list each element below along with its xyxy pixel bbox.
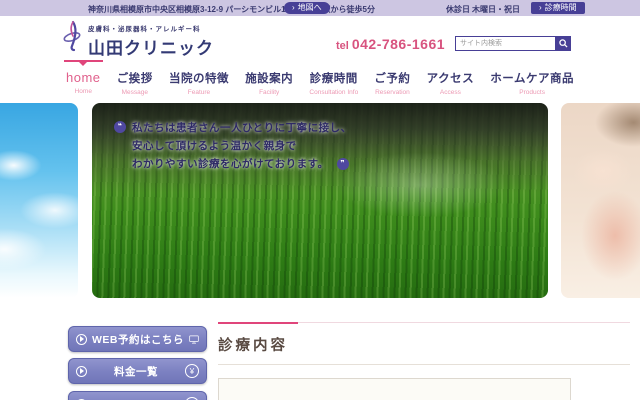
map-button-label: 地図へ: [298, 2, 322, 14]
clinic-name: 山田クリニック: [88, 34, 214, 59]
hero-carousel: ❝ 私たちは患者さん一人ひとりに丁寧に接し、 安心して頂けるよう温かく親身で わ…: [0, 103, 640, 298]
top-info-bar: 神奈川県相模原市中央区相模原3-12-9 パーシモンビル1F 相模原駅から徒歩5…: [0, 0, 640, 16]
nav-sublabel: Consultation Info: [309, 89, 358, 96]
logo-text: 皮膚科・泌尿器科・アレルギー科 山田クリニック: [88, 20, 214, 59]
nav-sublabel: Home: [66, 88, 101, 95]
hours-button[interactable]: › 診療時間: [531, 2, 585, 14]
nav-sublabel: Access: [427, 89, 474, 96]
quote-close-icon: ❞: [337, 158, 349, 170]
carousel-slide-sky[interactable]: [0, 103, 78, 298]
nav-label: アクセス: [427, 70, 474, 86]
nav-label: ホームケア商品: [490, 70, 574, 86]
service-card[interactable]: [218, 378, 307, 400]
nav-sublabel: Feature: [169, 89, 229, 96]
nav-sublabel: Facility: [245, 89, 293, 96]
quote-line-2: 安心して頂けるよう温かく親身で: [132, 137, 352, 155]
search-input[interactable]: [455, 36, 555, 51]
main-navigation: home Home ご挨拶 Message 当院の特徴 Feature 施設案内…: [64, 60, 576, 100]
closed-days-value: 木曜日・祝日: [472, 4, 520, 15]
yen-icon: ¥: [185, 364, 199, 378]
nav-label: ご予約: [374, 70, 410, 86]
web-reservation-label: WEB予約はこちら: [92, 332, 184, 347]
search-button[interactable]: [555, 36, 571, 51]
arrow-circle-icon: [76, 334, 87, 345]
nav-sublabel: Reservation: [374, 89, 410, 96]
nav-label: ご挨拶: [117, 70, 153, 86]
nav-item-consultation-info[interactable]: 診療時間 Consultation Info: [307, 60, 360, 96]
nav-item-facility[interactable]: 施設案内 Facility: [243, 60, 295, 96]
quote-line-1: 私たちは患者さん一人ひとりに丁寧に接し、: [132, 119, 352, 137]
departments-label: 皮膚科・泌尿器科・アレルギー科: [88, 23, 214, 33]
phone-number: tel042-786-1661: [336, 36, 445, 54]
page: 神奈川県相模原市中央区相模原3-12-9 パーシモンビル1F 相模原駅から徒歩5…: [0, 0, 640, 400]
sidebar-button-partial[interactable]: [68, 391, 207, 400]
search-icon: [559, 39, 568, 48]
nav-item-message[interactable]: ご挨拶 Message: [115, 60, 155, 96]
nav-item-products[interactable]: ホームケア商品 Products: [488, 60, 576, 96]
tel-label: tel: [336, 40, 349, 52]
price-list-button[interactable]: 料金一覧 ¥: [68, 358, 207, 384]
nav-sublabel: Message: [117, 89, 153, 96]
nav-item-access[interactable]: アクセス Access: [425, 60, 476, 96]
services-grid: [218, 378, 630, 400]
closed-days-label: 休診日: [446, 4, 470, 15]
service-card[interactable]: [306, 378, 395, 400]
nav-sublabel: Products: [490, 89, 574, 96]
nav-label: 診療時間: [309, 70, 358, 86]
web-reservation-button[interactable]: WEB予約はこちら: [68, 326, 207, 352]
section-divider: [218, 322, 630, 324]
site-search: [455, 36, 571, 51]
hero-quote: ❝ 私たちは患者さん一人ひとりに丁寧に接し、 安心して頂けるよう温かく親身で わ…: [114, 119, 352, 173]
quote-open-icon: ❝: [114, 121, 126, 133]
map-button[interactable]: › 地図へ: [284, 2, 330, 14]
chevron-right-icon: ›: [292, 3, 295, 13]
service-card[interactable]: [482, 378, 571, 400]
nav-label: 当院の特徴: [169, 70, 229, 86]
clinic-address: 神奈川県相模原市中央区相模原3-12-9 パーシモンビル1F 相模原駅から徒歩5…: [88, 4, 375, 15]
carousel-slide-grass[interactable]: ❝ 私たちは患者さん一人ひとりに丁寧に接し、 安心して頂けるよう温かく親身で わ…: [92, 103, 548, 298]
section-title: 診療内容: [218, 334, 630, 355]
nav-item-feature[interactable]: 当院の特徴 Feature: [167, 60, 231, 96]
nav-item-home[interactable]: home Home: [64, 60, 103, 95]
nav-label: 施設案内: [245, 70, 293, 86]
hours-button-label: 診療時間: [545, 2, 577, 14]
main-content: 診療内容: [218, 322, 630, 400]
section-underline: [218, 364, 630, 365]
chevron-right-icon: ›: [539, 3, 542, 13]
tel-number: 042-786-1661: [352, 36, 445, 52]
carousel-slide-face[interactable]: [561, 103, 640, 298]
price-list-label: 料金一覧: [92, 364, 180, 379]
clinic-logo[interactable]: 皮膚科・泌尿器科・アレルギー科 山田クリニック: [62, 20, 214, 59]
nav-item-reservation[interactable]: ご予約 Reservation: [372, 60, 412, 96]
monitor-icon: [189, 333, 199, 346]
nav-label: home: [66, 70, 101, 85]
arrow-circle-icon: [76, 366, 87, 377]
logo-icon: [62, 20, 84, 52]
service-card[interactable]: [394, 378, 483, 400]
quote-line-3: わかりやすい診療を心がけております。❞: [132, 155, 352, 173]
site-header: 皮膚科・泌尿器科・アレルギー科 山田クリニック tel042-786-1661: [0, 16, 640, 58]
